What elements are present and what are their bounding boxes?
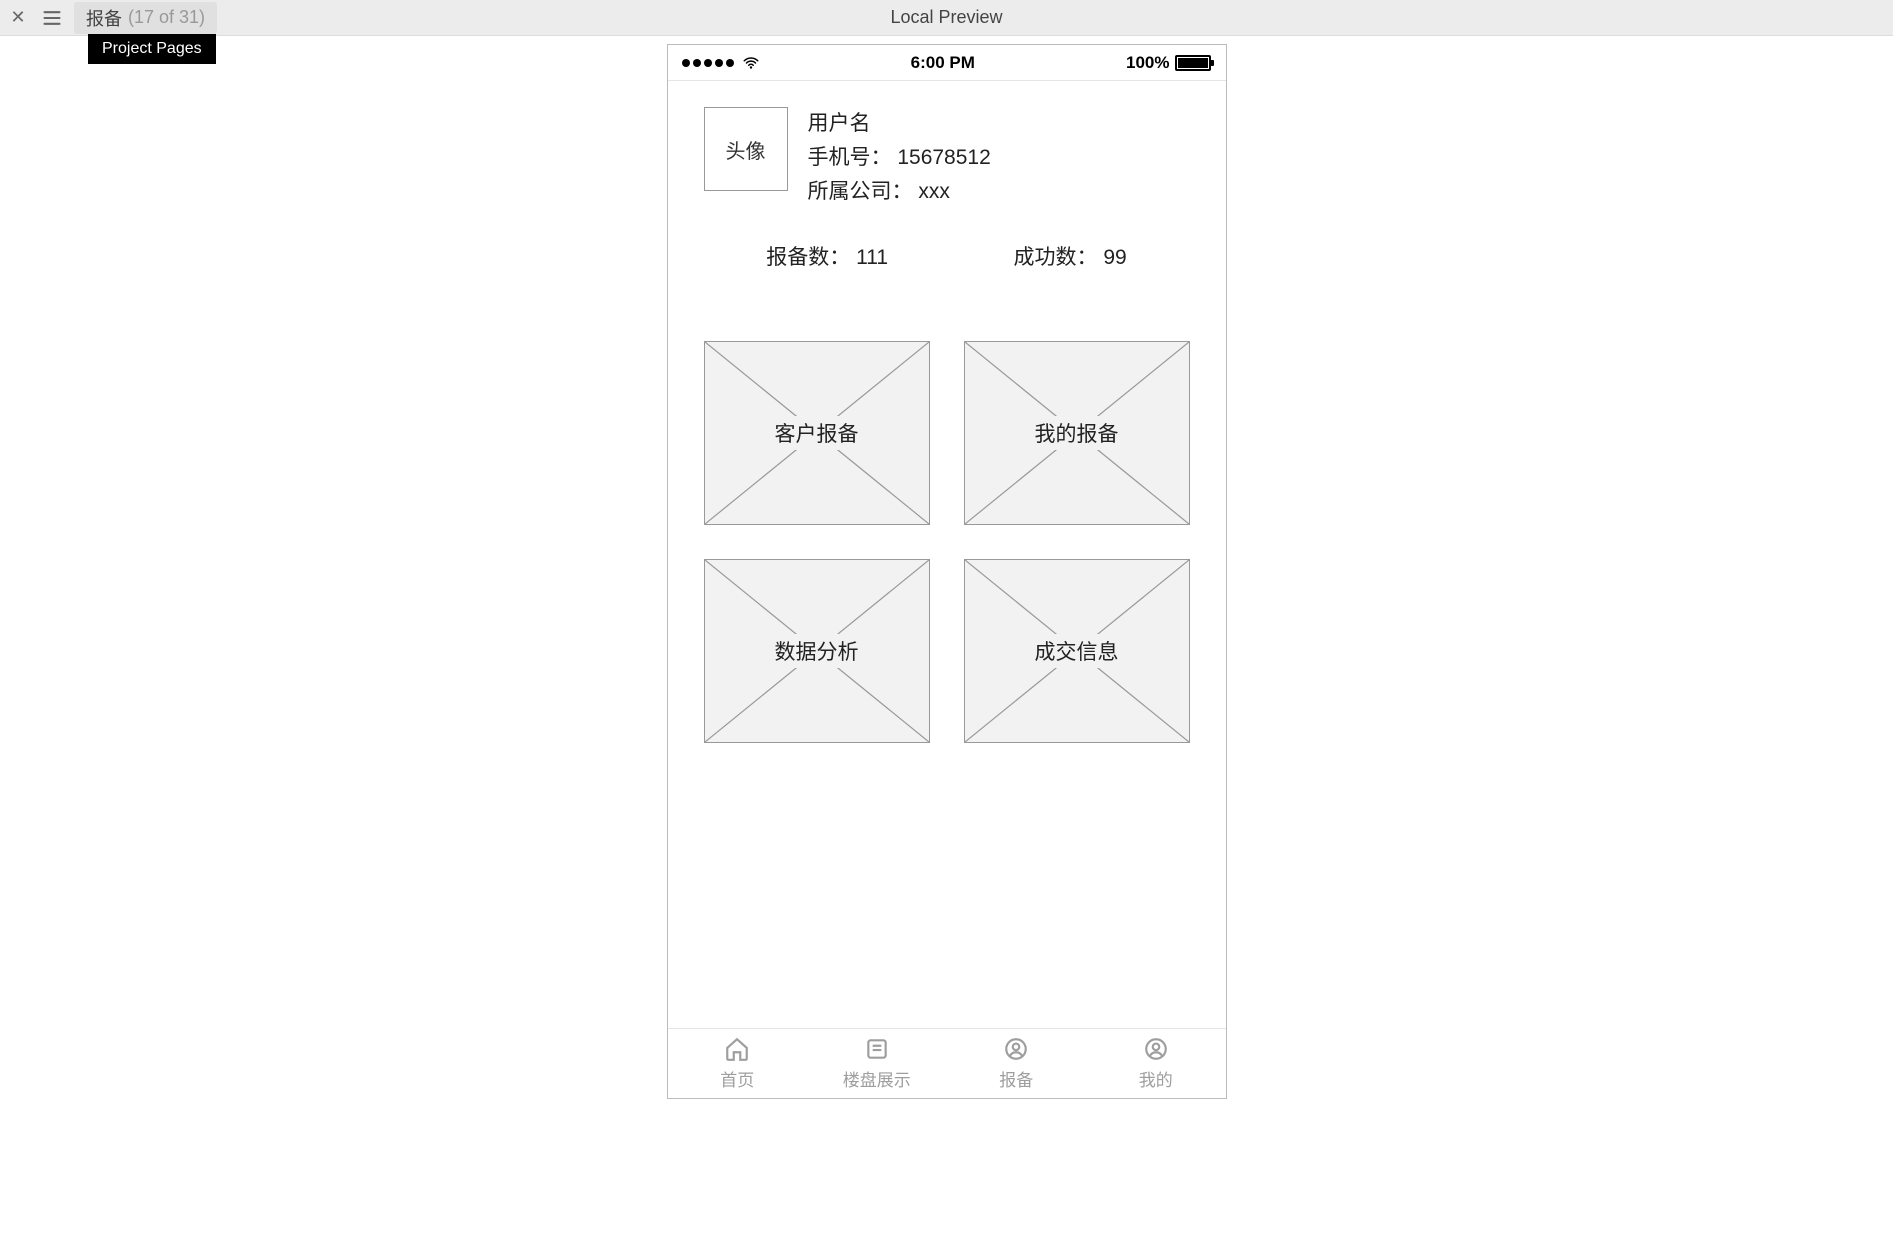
page-tab[interactable]: 报备 (17 of 31) [74, 2, 217, 34]
stat-success: 成功数： 99 [1014, 241, 1127, 271]
close-icon: ✕ [10, 7, 25, 28]
app-toolbar: ✕ 报备 (17 of 31) Local Preview [0, 0, 1893, 36]
nav-label: 首页 [720, 1066, 754, 1091]
battery-percent: 100% [1126, 53, 1169, 73]
nav-report[interactable]: 报备 [947, 1029, 1087, 1098]
profile-phone-row: 手机号： 15678512 [808, 141, 991, 171]
profile-phone-value: 15678512 [897, 146, 990, 169]
stats-row: 报备数： 111 成功数： 99 [704, 241, 1190, 271]
nav-label: 报备 [999, 1066, 1033, 1091]
avatar-placeholder[interactable]: 头像 [704, 107, 788, 191]
profile-username: 用户名 [808, 107, 991, 137]
nav-label: 楼盘展示 [843, 1066, 911, 1091]
user-icon [1003, 1036, 1029, 1062]
nav-home[interactable]: 首页 [668, 1029, 808, 1098]
wifi-icon [742, 54, 760, 72]
nav-mine[interactable]: 我的 [1086, 1029, 1226, 1098]
stat-report-value: 111 [856, 246, 888, 269]
user-icon [1143, 1036, 1169, 1062]
tile-label: 我的报备 [1029, 416, 1125, 450]
profile-company-row: 所属公司： xxx [808, 175, 991, 205]
profile-info: 用户名 手机号： 15678512 所属公司： xxx [808, 107, 991, 209]
profile-section: 头像 用户名 手机号： 15678512 所属公司： xxx [704, 107, 1190, 209]
bottom-nav: 首页 楼盘展示 报备 我的 [668, 1028, 1226, 1098]
stat-report-label: 报备数： [766, 246, 850, 269]
stat-success-value: 99 [1103, 246, 1126, 269]
status-time: 6:00 PM [911, 53, 975, 73]
tile-data-analysis[interactable]: 数据分析 [704, 559, 930, 743]
list-icon [864, 1036, 890, 1062]
home-icon [724, 1036, 750, 1062]
tile-grid: 客户报备 我的报备 数据分析 成交信息 [704, 341, 1190, 743]
project-pages-tooltip: Project Pages [88, 34, 216, 64]
avatar-label: 头像 [726, 135, 766, 164]
tab-title: 报备 [86, 5, 122, 31]
preview-canvas: 6:00 PM 100% 头像 用户名 手机号： 15678512 [0, 36, 1893, 1245]
hamburger-icon [42, 8, 62, 28]
phone-status-bar: 6:00 PM 100% [668, 45, 1226, 81]
nav-label: 我的 [1139, 1066, 1173, 1091]
preview-mode-label: Local Preview [890, 7, 1002, 28]
signal-dots-icon [682, 59, 734, 67]
toolbar-left: ✕ 报备 (17 of 31) [0, 2, 217, 34]
nav-buildings[interactable]: 楼盘展示 [807, 1029, 947, 1098]
close-button[interactable]: ✕ [6, 6, 30, 30]
phone-frame: 6:00 PM 100% 头像 用户名 手机号： 15678512 [667, 44, 1227, 1099]
phone-body: 头像 用户名 手机号： 15678512 所属公司： xxx 报备数： [668, 81, 1226, 1028]
status-right: 100% [1126, 53, 1211, 73]
project-pages-menu-button[interactable] [38, 4, 66, 32]
status-left [682, 54, 760, 72]
profile-company-value: xxx [918, 180, 950, 203]
tile-deal-info[interactable]: 成交信息 [964, 559, 1190, 743]
tile-label: 成交信息 [1029, 634, 1125, 668]
profile-company-label: 所属公司： [808, 180, 913, 203]
stat-success-label: 成功数： [1014, 246, 1098, 269]
tab-counter: (17 of 31) [128, 7, 205, 28]
tile-my-report[interactable]: 我的报备 [964, 341, 1190, 525]
tile-customer-report[interactable]: 客户报备 [704, 341, 930, 525]
stat-report: 报备数： 111 [766, 241, 888, 271]
tile-label: 客户报备 [769, 416, 865, 450]
profile-phone-label: 手机号： [808, 146, 892, 169]
battery-icon [1175, 55, 1211, 71]
tile-label: 数据分析 [769, 634, 865, 668]
